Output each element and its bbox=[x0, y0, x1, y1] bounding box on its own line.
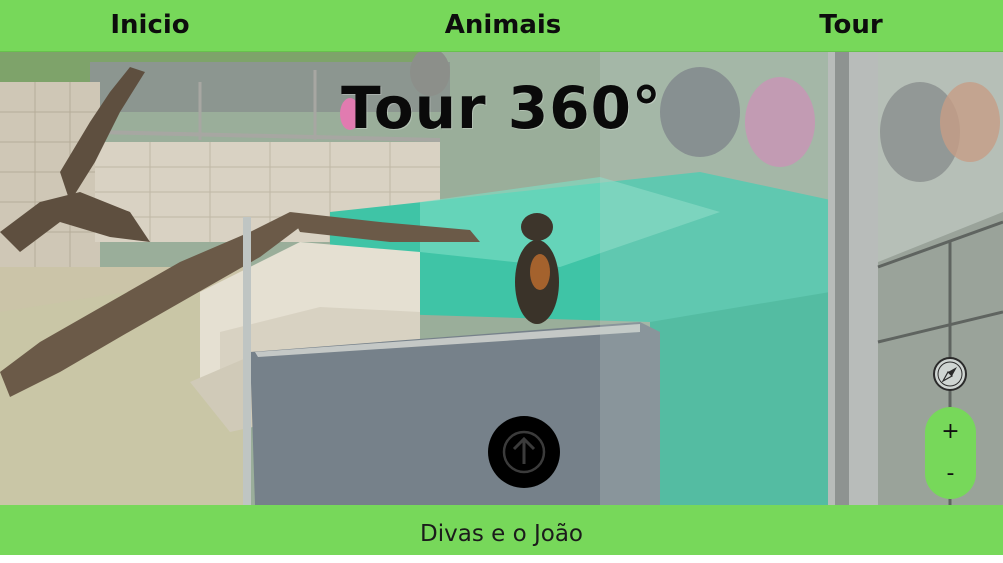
zoom-in-button[interactable]: + bbox=[925, 409, 976, 455]
compass-icon bbox=[933, 357, 967, 391]
footer-text: Divas e o João bbox=[420, 521, 583, 547]
zoom-control: + - bbox=[925, 407, 976, 499]
nav-link-inicio[interactable]: Inicio bbox=[60, 0, 240, 52]
zoom-out-button[interactable]: - bbox=[925, 451, 976, 497]
panorama-viewer[interactable]: Tour 360° + - bbox=[0, 52, 1003, 505]
top-navbar: Inicio Animais Tour bbox=[0, 0, 1003, 52]
arrow-up-icon bbox=[502, 430, 546, 474]
move-forward-button[interactable] bbox=[488, 416, 560, 488]
footer: Divas e o João bbox=[0, 505, 1003, 555]
nav-link-tour[interactable]: Tour bbox=[761, 0, 941, 52]
nav-link-animais[interactable]: Animais bbox=[413, 0, 593, 52]
compass-button[interactable] bbox=[932, 356, 968, 392]
